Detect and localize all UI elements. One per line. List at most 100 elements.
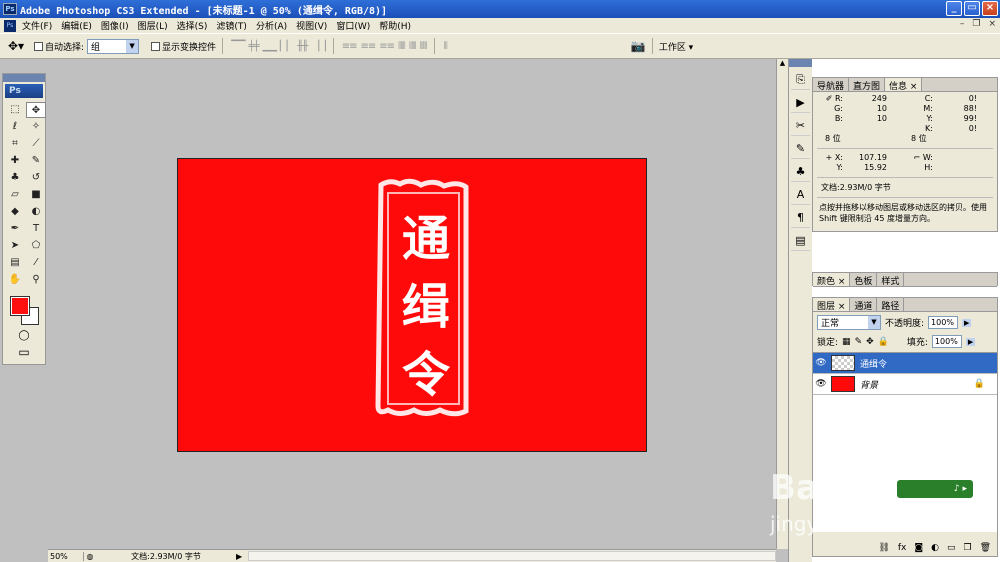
type-tool-icon[interactable]: T [26, 221, 46, 237]
ps-menu-icon[interactable]: Ps [4, 19, 16, 32]
shape-tool-icon[interactable]: ⬠ [26, 238, 46, 254]
tab-color[interactable]: 颜色 × [813, 273, 851, 287]
history-brush-icon[interactable]: ↺ [26, 170, 46, 186]
menu-layer[interactable]: 图层(L) [138, 19, 168, 32]
scroll-up-icon[interactable]: ▲ [777, 59, 788, 69]
delete-layer-icon[interactable]: 🗑 [980, 543, 991, 553]
menu-edit[interactable]: 编辑(E) [61, 19, 92, 32]
zoom-level[interactable]: 50% [48, 551, 84, 561]
menu-view[interactable]: 视图(V) [296, 19, 327, 32]
doc-close-icon[interactable]: × [988, 19, 996, 29]
lock-transparent-icon[interactable]: ▦ [842, 337, 851, 347]
workspace-menu[interactable]: 工作区 ▾ [659, 40, 693, 53]
pen-tool-icon[interactable]: ✒ [5, 221, 25, 237]
close-button[interactable]: × [982, 1, 998, 16]
new-layer-icon[interactable]: ❐ [963, 543, 971, 553]
distribute-hcenter-icon[interactable]: ⦀⦀ [409, 41, 417, 52]
magic-wand-tool-icon[interactable]: ✧ [26, 119, 46, 135]
menu-file[interactable]: 文件(F) [22, 19, 52, 32]
brushes-panel-icon[interactable]: ✎ [791, 139, 810, 159]
lock-position-icon[interactable]: ✥ [866, 337, 874, 347]
layer-name[interactable]: 通缉令 [860, 357, 887, 370]
layer-style-icon[interactable]: fx [898, 543, 907, 553]
gradient-tool-icon[interactable]: ■ [26, 187, 46, 203]
restore-button[interactable]: ▭ [964, 1, 980, 16]
character-panel-icon[interactable]: A [791, 185, 810, 205]
quick-mask-icon[interactable]: ◯ [3, 330, 45, 341]
dock-header[interactable] [789, 59, 812, 67]
brush-tool-icon[interactable]: ✎ [26, 153, 46, 169]
adjustment-layer-icon[interactable]: ◐ [931, 543, 939, 553]
notes-tool-icon[interactable]: ▤ [5, 255, 25, 271]
show-transform-checkbox[interactable] [151, 41, 161, 51]
blur-tool-icon[interactable]: ◆ [5, 204, 25, 220]
doc-restore-icon[interactable]: ❐ [972, 19, 980, 29]
distribute-right-icon[interactable]: ⦀⦀ [420, 41, 428, 52]
align-right-icon[interactable]: ▕▕ [311, 41, 325, 52]
tab-swatches[interactable]: 色板 [850, 273, 878, 287]
horizontal-scrollbar[interactable] [248, 551, 776, 561]
menu-select[interactable]: 选择(S) [177, 19, 208, 32]
new-group-icon[interactable]: ▭ [947, 543, 956, 553]
move-tool-icon[interactable]: ✥ [26, 102, 46, 118]
menu-help[interactable]: 帮助(H) [379, 19, 411, 32]
fill-slider-arrow-icon[interactable]: ▶ [965, 337, 976, 346]
tab-navigator[interactable]: 导航器 [813, 78, 850, 92]
eyedropper-icon[interactable]: ⁄ [26, 255, 46, 271]
layer-row[interactable]: 👁 背景 🔒 [813, 374, 997, 395]
distribute-left-icon[interactable]: ⦀⦀ [398, 41, 406, 52]
canvas[interactable]: 通 缉 令 [177, 158, 647, 452]
fill-field[interactable]: 100% [931, 335, 962, 348]
distribute-bottom-icon[interactable]: ≡≡ [379, 41, 395, 52]
auto-select-dropdown[interactable]: 组 ▼ [87, 38, 140, 54]
status-menu-arrow-icon[interactable]: ▶ [236, 552, 242, 561]
align-hcenter-icon[interactable]: ╫╫ [297, 41, 308, 52]
menu-filter[interactable]: 滤镜(T) [216, 19, 247, 32]
layer-comps-icon[interactable]: ▤ [791, 231, 810, 251]
slice-tool-icon[interactable]: ⟋ [26, 136, 46, 152]
opacity-field[interactable]: 100% [928, 316, 959, 329]
bridge-icon[interactable]: 📷 [631, 39, 646, 53]
auto-align-icon[interactable]: ⦀ [443, 41, 448, 52]
opacity-slider-arrow-icon[interactable]: ▶ [962, 318, 972, 327]
marquee-tool-icon[interactable]: ⬚ [5, 102, 25, 118]
layer-mask-icon[interactable]: ◙ [914, 543, 923, 553]
tab-layers[interactable]: 图层 × [813, 298, 851, 312]
zoom-tool-icon[interactable]: ⚲ [26, 272, 46, 288]
align-vcenter-icon[interactable]: ╪╪ [248, 41, 259, 52]
tab-histogram[interactable]: 直方图 [849, 78, 886, 92]
auto-select-checkbox[interactable] [34, 41, 43, 51]
crop-tool-icon[interactable]: ⌗ [5, 136, 25, 152]
foreground-color-swatch[interactable] [10, 296, 30, 316]
tab-styles[interactable]: 样式 [877, 273, 905, 287]
move-tool-icon[interactable]: ✥▾ [8, 39, 34, 53]
paragraph-panel-icon[interactable]: ¶ [791, 208, 810, 228]
screen-mode-icon[interactable]: ▭ [3, 345, 45, 359]
hand-tool-icon[interactable]: ✋ [5, 272, 25, 288]
clone-source-icon[interactable]: ♣ [791, 162, 810, 182]
align-bottom-icon[interactable]: ▁▁ [263, 41, 277, 52]
healing-brush-icon[interactable]: ✚ [5, 153, 25, 169]
menu-analysis[interactable]: 分析(A) [256, 19, 287, 32]
blend-mode-dropdown[interactable]: 正常 ▼ [817, 315, 881, 330]
lock-all-icon[interactable]: 🔒 [878, 337, 889, 347]
visibility-eye-icon[interactable]: 👁 [813, 358, 829, 368]
menu-window[interactable]: 窗口(W) [336, 19, 370, 32]
distribute-top-icon[interactable]: ≡≡ [342, 41, 358, 52]
tab-paths[interactable]: 路径 [877, 298, 905, 312]
clone-stamp-icon[interactable]: ♣ [5, 170, 25, 186]
align-left-icon[interactable]: ▏▏ [280, 41, 294, 52]
path-select-icon[interactable]: ➤ [5, 238, 25, 254]
align-top-icon[interactable]: ▔▔ [231, 41, 245, 52]
dodge-tool-icon[interactable]: ◐ [26, 204, 46, 220]
history-panel-icon[interactable]: ⎘ [791, 70, 810, 90]
lasso-tool-icon[interactable]: ℓ [5, 119, 25, 135]
menu-image[interactable]: 图像(I) [101, 19, 129, 32]
tab-info[interactable]: 信息 × [885, 78, 923, 92]
actions-panel-icon[interactable]: ▶ [791, 93, 810, 113]
minimize-button[interactable]: _ [946, 1, 962, 16]
toolbox-header[interactable] [3, 74, 45, 82]
link-layers-icon[interactable]: ⛓ [878, 543, 889, 553]
tool-presets-icon[interactable]: ✂ [791, 116, 810, 136]
status-icon[interactable]: ◍ [84, 552, 96, 561]
